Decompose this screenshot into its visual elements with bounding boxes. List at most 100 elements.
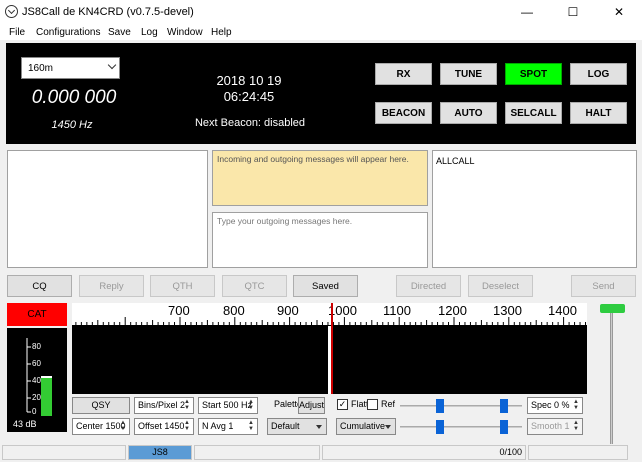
reply-button[interactable]: Reply — [79, 275, 144, 297]
mode-indicator: JS8 — [128, 445, 192, 460]
next-beacon-label: Next Beacon: disabled — [194, 117, 306, 129]
window-title: JS8Call de KN4CRD (v0.7.5-devel) — [22, 6, 194, 18]
band-activity-pane[interactable] — [7, 150, 208, 268]
meter-tick: 20 — [32, 393, 41, 402]
adjust-button[interactable]: Adjust — [298, 397, 325, 414]
n-avg-value: N Avg 1 — [202, 421, 234, 431]
bins-per-pixel-spinbox[interactable]: Bins/Pixel 2 ▲ ▼ — [134, 397, 194, 414]
qsy-button[interactable]: QSY — [72, 397, 130, 414]
scale-label: 1200 — [438, 303, 467, 318]
tune-button[interactable]: TUNE — [440, 63, 497, 85]
cat-indicator[interactable]: CAT — [7, 303, 67, 326]
tx-level-slider-thumb[interactable] — [600, 304, 625, 313]
waterfall-display[interactable] — [72, 326, 328, 394]
rx-button[interactable]: RX — [375, 63, 432, 85]
meter-tick: 60 — [32, 359, 41, 368]
minimize-button[interactable]: — — [504, 0, 550, 24]
status-segment — [528, 445, 628, 460]
frequency-scale[interactable]: 700 800 900 1000 1100 1200 1300 1400 — [72, 303, 587, 326]
zero-slider-thumb[interactable] — [500, 399, 508, 413]
frequency-display: 0.000 000 — [31, 87, 117, 108]
status-segment — [194, 445, 320, 460]
menu-window[interactable]: Window — [167, 27, 203, 38]
date-display: 2018 10 19 — [216, 73, 282, 88]
band-select[interactable]: 160m — [21, 57, 120, 79]
saved-button[interactable]: Saved — [293, 275, 358, 297]
offset-value: Offset 1450 — [138, 421, 185, 431]
offset-cursor — [331, 303, 333, 394]
spec-value: Spec 0 % — [531, 400, 570, 410]
list-item[interactable]: ALLCALL — [436, 156, 633, 166]
gain2-slider-thumb[interactable] — [500, 420, 508, 434]
outgoing-message-input[interactable]: Type your outgoing messages here. — [212, 212, 428, 268]
spot-button[interactable]: SPOT — [505, 63, 562, 85]
flatten-checkbox[interactable]: ✓ — [337, 399, 348, 410]
spin-arrows-icon[interactable]: ▲ ▼ — [120, 420, 128, 433]
maximize-button[interactable]: ☐ — [550, 0, 596, 24]
spin-arrows-icon[interactable]: ▲ ▼ — [184, 420, 192, 433]
offset-spinbox[interactable]: Offset 1450 ▲ ▼ — [134, 418, 194, 435]
incoming-messages-pane[interactable]: Incoming and outgoing messages will appe… — [212, 150, 428, 206]
menu-log[interactable]: Log — [141, 27, 158, 38]
spin-arrows-icon[interactable]: ▲ ▼ — [248, 420, 256, 433]
time-display: 06:24:45 — [223, 89, 275, 104]
band-value: 160m — [28, 63, 54, 74]
qtc-button[interactable]: QTC — [222, 275, 287, 297]
start-freq-spinbox[interactable]: Start 500 Hz ▲ ▼ — [198, 397, 258, 414]
meter-tick: 40 — [32, 376, 41, 385]
spin-arrows-icon[interactable]: ▲ ▼ — [573, 399, 581, 412]
chevron-down-icon — [107, 60, 117, 70]
callsign-list[interactable]: ALLCALL — [432, 150, 637, 268]
start-freq-value: Start 500 Hz — [202, 400, 253, 410]
title-bar: JS8Call de KN4CRD (v0.7.5-devel) — ☐ ✕ — [0, 0, 642, 24]
scale-label: 1400 — [548, 303, 577, 318]
spin-arrows-icon[interactable]: ▲ ▼ — [184, 399, 192, 412]
scale-label: 1100 — [383, 303, 411, 318]
spin-arrows-icon[interactable]: ▲ ▼ — [248, 399, 256, 412]
app-icon — [5, 5, 18, 18]
menu-configurations[interactable]: Configurations — [36, 27, 100, 38]
meter-level-bar — [41, 378, 52, 416]
menu-help[interactable]: Help — [211, 27, 232, 38]
menu-bar: File Configurations Save Log Window Help — [0, 24, 642, 40]
gain-slider-thumb[interactable] — [436, 399, 444, 413]
directed-button[interactable]: Directed — [396, 275, 461, 297]
n-avg-spinbox[interactable]: N Avg 1 ▲ ▼ — [198, 418, 258, 435]
spin-arrows-icon[interactable]: ▲ ▼ — [573, 420, 581, 433]
tx-progress: 0/100 — [322, 445, 526, 460]
smooth-spinbox[interactable]: Smooth 1 ▲ ▼ — [527, 418, 583, 435]
selcall-button[interactable]: SELCALL — [505, 102, 562, 124]
smooth-value: Smooth 1 — [531, 421, 570, 431]
scale-label: 800 — [223, 303, 245, 318]
beacon-button[interactable]: BEACON — [375, 102, 432, 124]
cq-button[interactable]: CQ — [7, 275, 72, 297]
ref-spec-label: Ref Spec — [381, 399, 397, 409]
menu-file[interactable]: File — [9, 27, 25, 38]
flatten-label: Flatten — [351, 399, 367, 409]
scale-label: 1300 — [493, 303, 522, 318]
meter-tick: 0 — [32, 407, 37, 416]
qth-button[interactable]: QTH — [150, 275, 215, 297]
waterfall-mode-select[interactable]: Cumulative — [336, 418, 396, 435]
signal-meter: 80 60 40 20 0 43 dB — [7, 328, 67, 432]
halt-button[interactable]: HALT — [570, 102, 627, 124]
palette-select[interactable]: Default — [267, 418, 327, 435]
auto-button[interactable]: AUTO — [440, 102, 497, 124]
menu-save[interactable]: Save — [108, 27, 131, 38]
status-segment — [2, 445, 126, 460]
spectrum-display[interactable] — [331, 326, 587, 394]
close-button[interactable]: ✕ — [596, 0, 642, 24]
meter-level-label: 43 dB — [13, 419, 37, 429]
offset-display: 1450 Hz — [51, 119, 93, 131]
log-button[interactable]: LOG — [570, 63, 627, 85]
ref-spec-checkbox[interactable] — [367, 399, 378, 410]
tx-level-slider[interactable] — [610, 310, 613, 450]
spec-spinbox[interactable]: Spec 0 % ▲ ▼ — [527, 397, 583, 414]
scale-label: 700 — [168, 303, 190, 318]
center-spinbox[interactable]: Center 1500 ▲ ▼ — [72, 418, 130, 435]
center-value: Center 1500 — [76, 421, 126, 431]
scale-label: 900 — [277, 303, 299, 318]
deselect-button[interactable]: Deselect — [468, 275, 533, 297]
send-button[interactable]: Send — [571, 275, 636, 297]
zero-slider-thumb[interactable] — [436, 420, 444, 434]
